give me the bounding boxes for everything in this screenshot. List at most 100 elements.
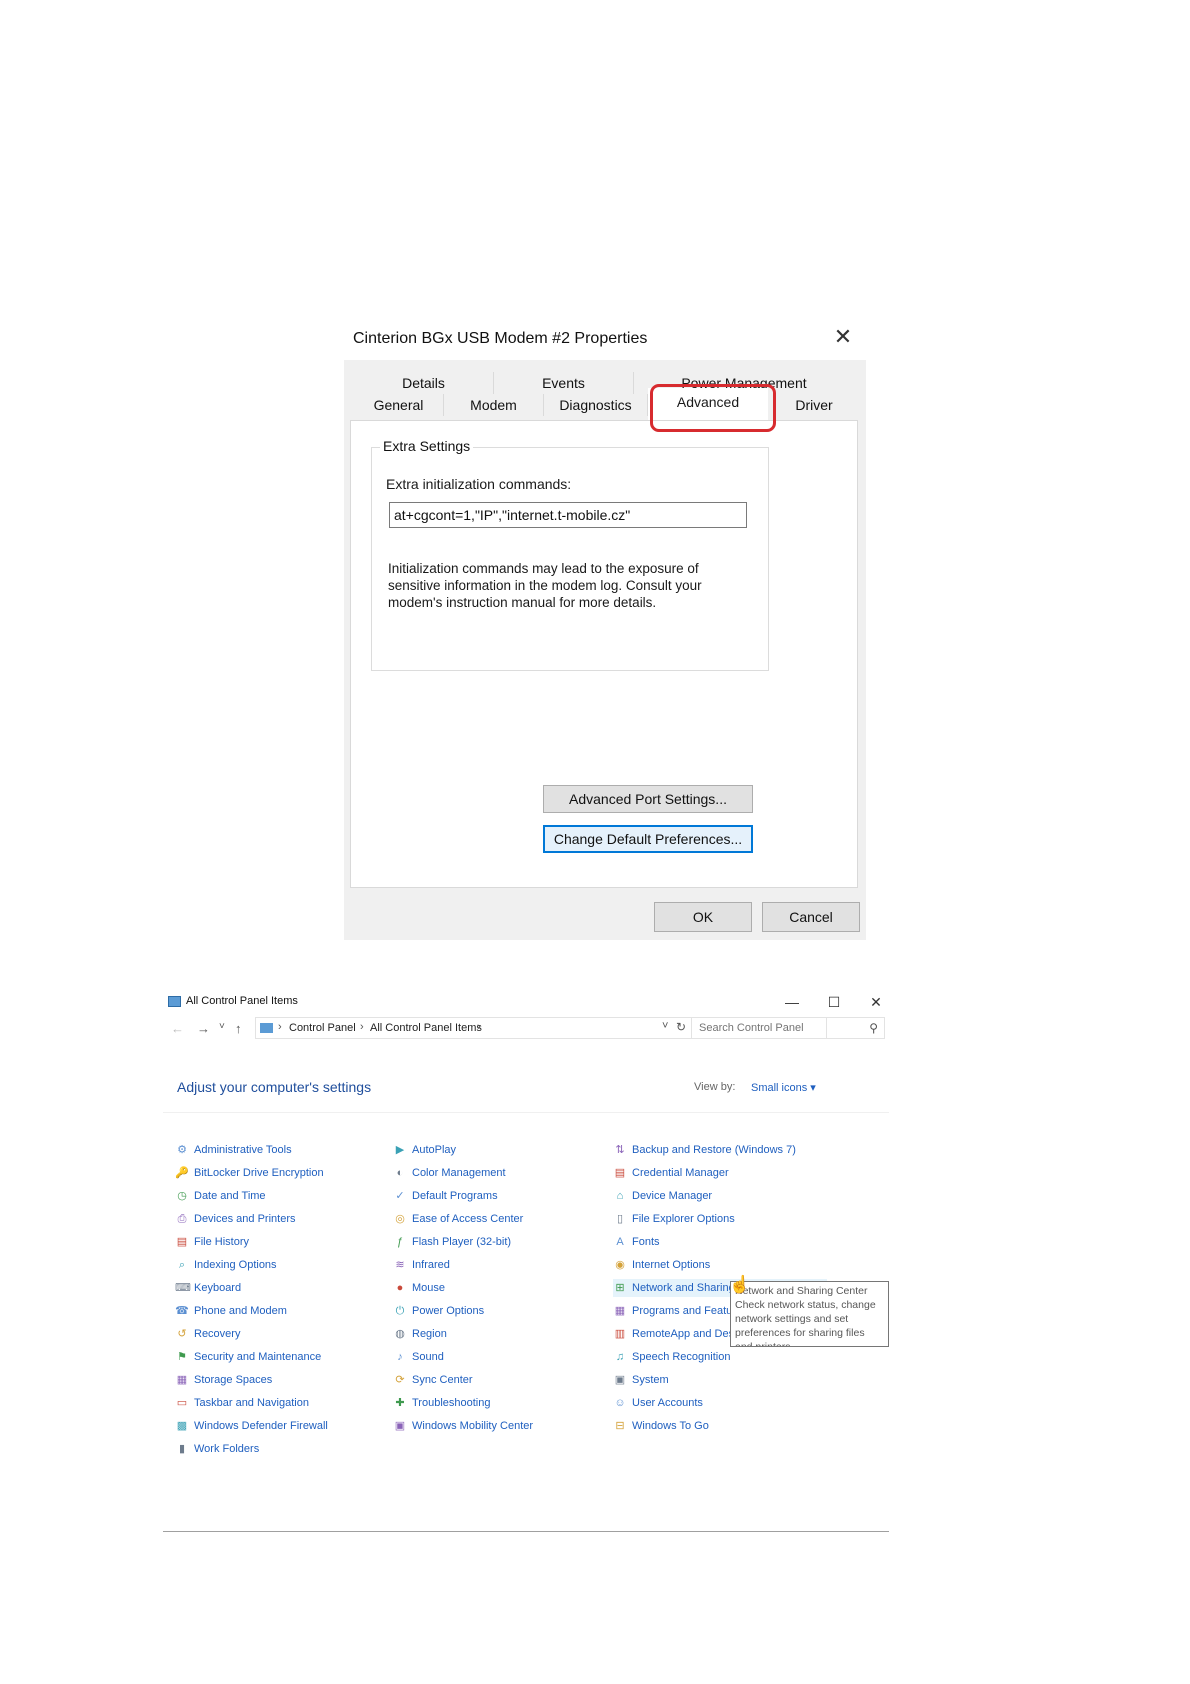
control-panel-item-date-and-time[interactable]: ◷ Date and Time [175,1187,265,1205]
advanced-port-settings-button[interactable]: Advanced Port Settings... [543,785,753,813]
control-panel-item-speech-recognition[interactable]: ♫ Speech Recognition [613,1348,731,1366]
control-panel-item-power-options[interactable]: ⏻ Power Options [393,1302,485,1320]
control-panel-item-file-history[interactable]: ▤ File History [175,1233,249,1251]
item-label: Default Programs [412,1190,498,1202]
control-panel-item-infrared[interactable]: ≋ Infrared [393,1256,450,1274]
close-icon[interactable]: ✕ [859,991,893,1013]
item-label: Internet Options [632,1259,711,1271]
control-panel-item-administrative-tools[interactable]: ⚙ Administrative Tools [175,1141,292,1159]
control-panel-item-system[interactable]: ▣ System [613,1371,669,1389]
device-manager-icon: ⌂ [616,1190,624,1202]
control-panel-item-ease-of-access-center[interactable]: ◎ Ease of Access Center [393,1210,523,1228]
tab-diagnostics[interactable]: Diagnostics [544,394,648,416]
window-title: All Control Panel Items [186,995,298,1007]
admin-tools-icon: ⚙ [177,1144,187,1156]
ease-of-access-icon: ◎ [395,1213,405,1225]
control-panel-item-windows-defender-firewall[interactable]: ▩ Windows Defender Firewall [175,1417,328,1435]
back-arrow-icon[interactable]: ← [171,1021,184,1036]
control-panel-item-storage-spaces[interactable]: ▦ Storage Spaces [175,1371,272,1389]
network-icon: ⊞ [615,1282,625,1294]
tooltip-text: Check network status, change network set… [735,1299,876,1347]
control-panel-item-sound[interactable]: ♪ Sound [393,1348,444,1366]
control-panel-item-default-programs[interactable]: ✓ Default Programs [393,1187,498,1205]
tab-details[interactable]: Details [354,372,494,394]
remoteapp-icon: ▥ [614,1328,626,1340]
recent-locations-icon[interactable]: ˅ [219,1021,225,1032]
tab-general[interactable]: General [354,394,444,416]
control-panel-item-troubleshooting[interactable]: ✚ Troubleshooting [393,1394,490,1412]
control-panel-item-region[interactable]: ◍ Region [393,1325,447,1343]
control-panel-item-mouse[interactable]: ● Mouse [393,1279,445,1297]
item-label: System [632,1374,669,1386]
search-box[interactable]: ⚲ [691,1017,885,1039]
control-panel-item-windows-to-go[interactable]: ⊟ Windows To Go [613,1417,708,1435]
forward-arrow-icon[interactable]: → [197,1021,210,1036]
control-panel-item-device-manager[interactable]: ⌂ Device Manager [613,1187,712,1205]
printer-icon: ⎙ [177,1213,187,1225]
control-panel-item-security-and-maintenance[interactable]: ⚑ Security and Maintenance [175,1348,321,1366]
item-label: Taskbar and Navigation [194,1397,309,1409]
control-panel-item-windows-mobility-center[interactable]: ▣ Windows Mobility Center [393,1417,533,1435]
ok-button[interactable]: OK [654,902,752,932]
control-panel-item-color-management[interactable]: ◐ Color Management [393,1164,506,1182]
minimize-icon[interactable]: — [775,991,809,1013]
control-panel-item-indexing-options[interactable]: ⌕ Indexing Options [175,1256,277,1274]
item-label: Power Options [412,1305,485,1317]
default-programs-icon: ✓ [395,1190,405,1202]
maximize-icon[interactable]: ☐ [817,991,851,1013]
control-panel-item-autoplay[interactable]: ▶ AutoPlay [393,1141,456,1159]
control-panel-item-flash-player-32-bit[interactable]: ƒ Flash Player (32-bit) [393,1233,511,1251]
recovery-icon: ↺ [177,1328,187,1340]
tab-events[interactable]: Events [494,372,634,394]
backup-icon: ⇅ [615,1144,625,1156]
cancel-button[interactable]: Cancel [762,902,860,932]
item-label: Fonts [632,1236,660,1248]
search-input[interactable] [692,1018,876,1038]
item-label: Windows Mobility Center [412,1420,534,1432]
item-label: Infrared [412,1259,450,1271]
item-label: Flash Player (32-bit) [412,1236,512,1248]
item-label: Phone and Modem [194,1305,287,1317]
breadcrumb-all-items[interactable]: All Control Panel Items [370,1022,482,1034]
modem-properties-dialog: Cinterion BGx USB Modem #2 Properties ✕ … [344,316,866,940]
control-panel-item-programs-and-features[interactable]: ▦ Programs and Features [613,1302,748,1320]
control-panel-item-fonts[interactable]: A Fonts [613,1233,660,1251]
control-panel-item-credential-manager[interactable]: ▤ Credential Manager [613,1164,729,1182]
change-default-preferences-button[interactable]: Change Default Preferences... [543,825,753,853]
chevron-down-icon[interactable]: ˅ [662,1020,668,1032]
control-panel-item-internet-options[interactable]: ◉ Internet Options [613,1256,710,1274]
control-panel-item-user-accounts[interactable]: ☺ User Accounts [613,1394,703,1412]
control-panel-item-recovery[interactable]: ↺ Recovery [175,1325,240,1343]
control-panel-item-bitlocker-drive-encryption[interactable]: 🔑 BitLocker Drive Encryption [175,1164,324,1182]
control-panel-item-taskbar-and-navigation[interactable]: ▭ Taskbar and Navigation [175,1394,309,1412]
control-panel-item-sync-center[interactable]: ⟳ Sync Center [393,1371,472,1389]
control-panel-item-phone-and-modem[interactable]: ☎ Phone and Modem [175,1302,287,1320]
folder-icon: ▮ [178,1443,186,1455]
control-panel-item-devices-and-printers[interactable]: ⎙ Devices and Printers [175,1210,296,1228]
keyboard-icon: ⌨ [175,1282,191,1294]
close-icon[interactable]: ✕ [828,322,858,352]
control-panel-item-keyboard[interactable]: ⌨ Keyboard [175,1279,241,1297]
tab-modem[interactable]: Modem [444,394,544,416]
up-arrow-icon[interactable]: ↑ [235,1021,242,1036]
search-icon[interactable]: ⚲ [869,1021,878,1035]
view-by-dropdown[interactable]: Small icons ▾ [751,1081,816,1094]
control-panel-item-file-explorer-options[interactable]: ▯ File Explorer Options [613,1210,735,1228]
flag-icon: ⚑ [177,1351,187,1363]
windows-to-go-icon: ⊟ [615,1420,625,1432]
item-label: BitLocker Drive Encryption [194,1167,324,1179]
control-panel-item-work-folders[interactable]: ▮ Work Folders [175,1440,259,1458]
autoplay-icon: ▶ [395,1144,405,1156]
hand-cursor-icon: ☝ [729,1275,751,1294]
divider [163,1112,889,1113]
init-commands-input[interactable] [389,502,747,528]
refresh-icon[interactable]: ↻ [676,1020,686,1034]
breadcrumb-control-panel[interactable]: Control Panel [289,1022,356,1034]
tab-driver[interactable]: Driver [774,394,854,416]
control-panel-item-backup-and-restore-windows-7[interactable]: ⇅ Backup and Restore (Windows 7) [613,1141,795,1159]
item-label: Device Manager [632,1190,713,1202]
sound-icon: ♪ [397,1351,403,1363]
annotation-highlight [650,384,776,432]
bitlocker-icon: 🔑 [175,1167,189,1179]
taskbar-icon: ▭ [176,1397,188,1409]
